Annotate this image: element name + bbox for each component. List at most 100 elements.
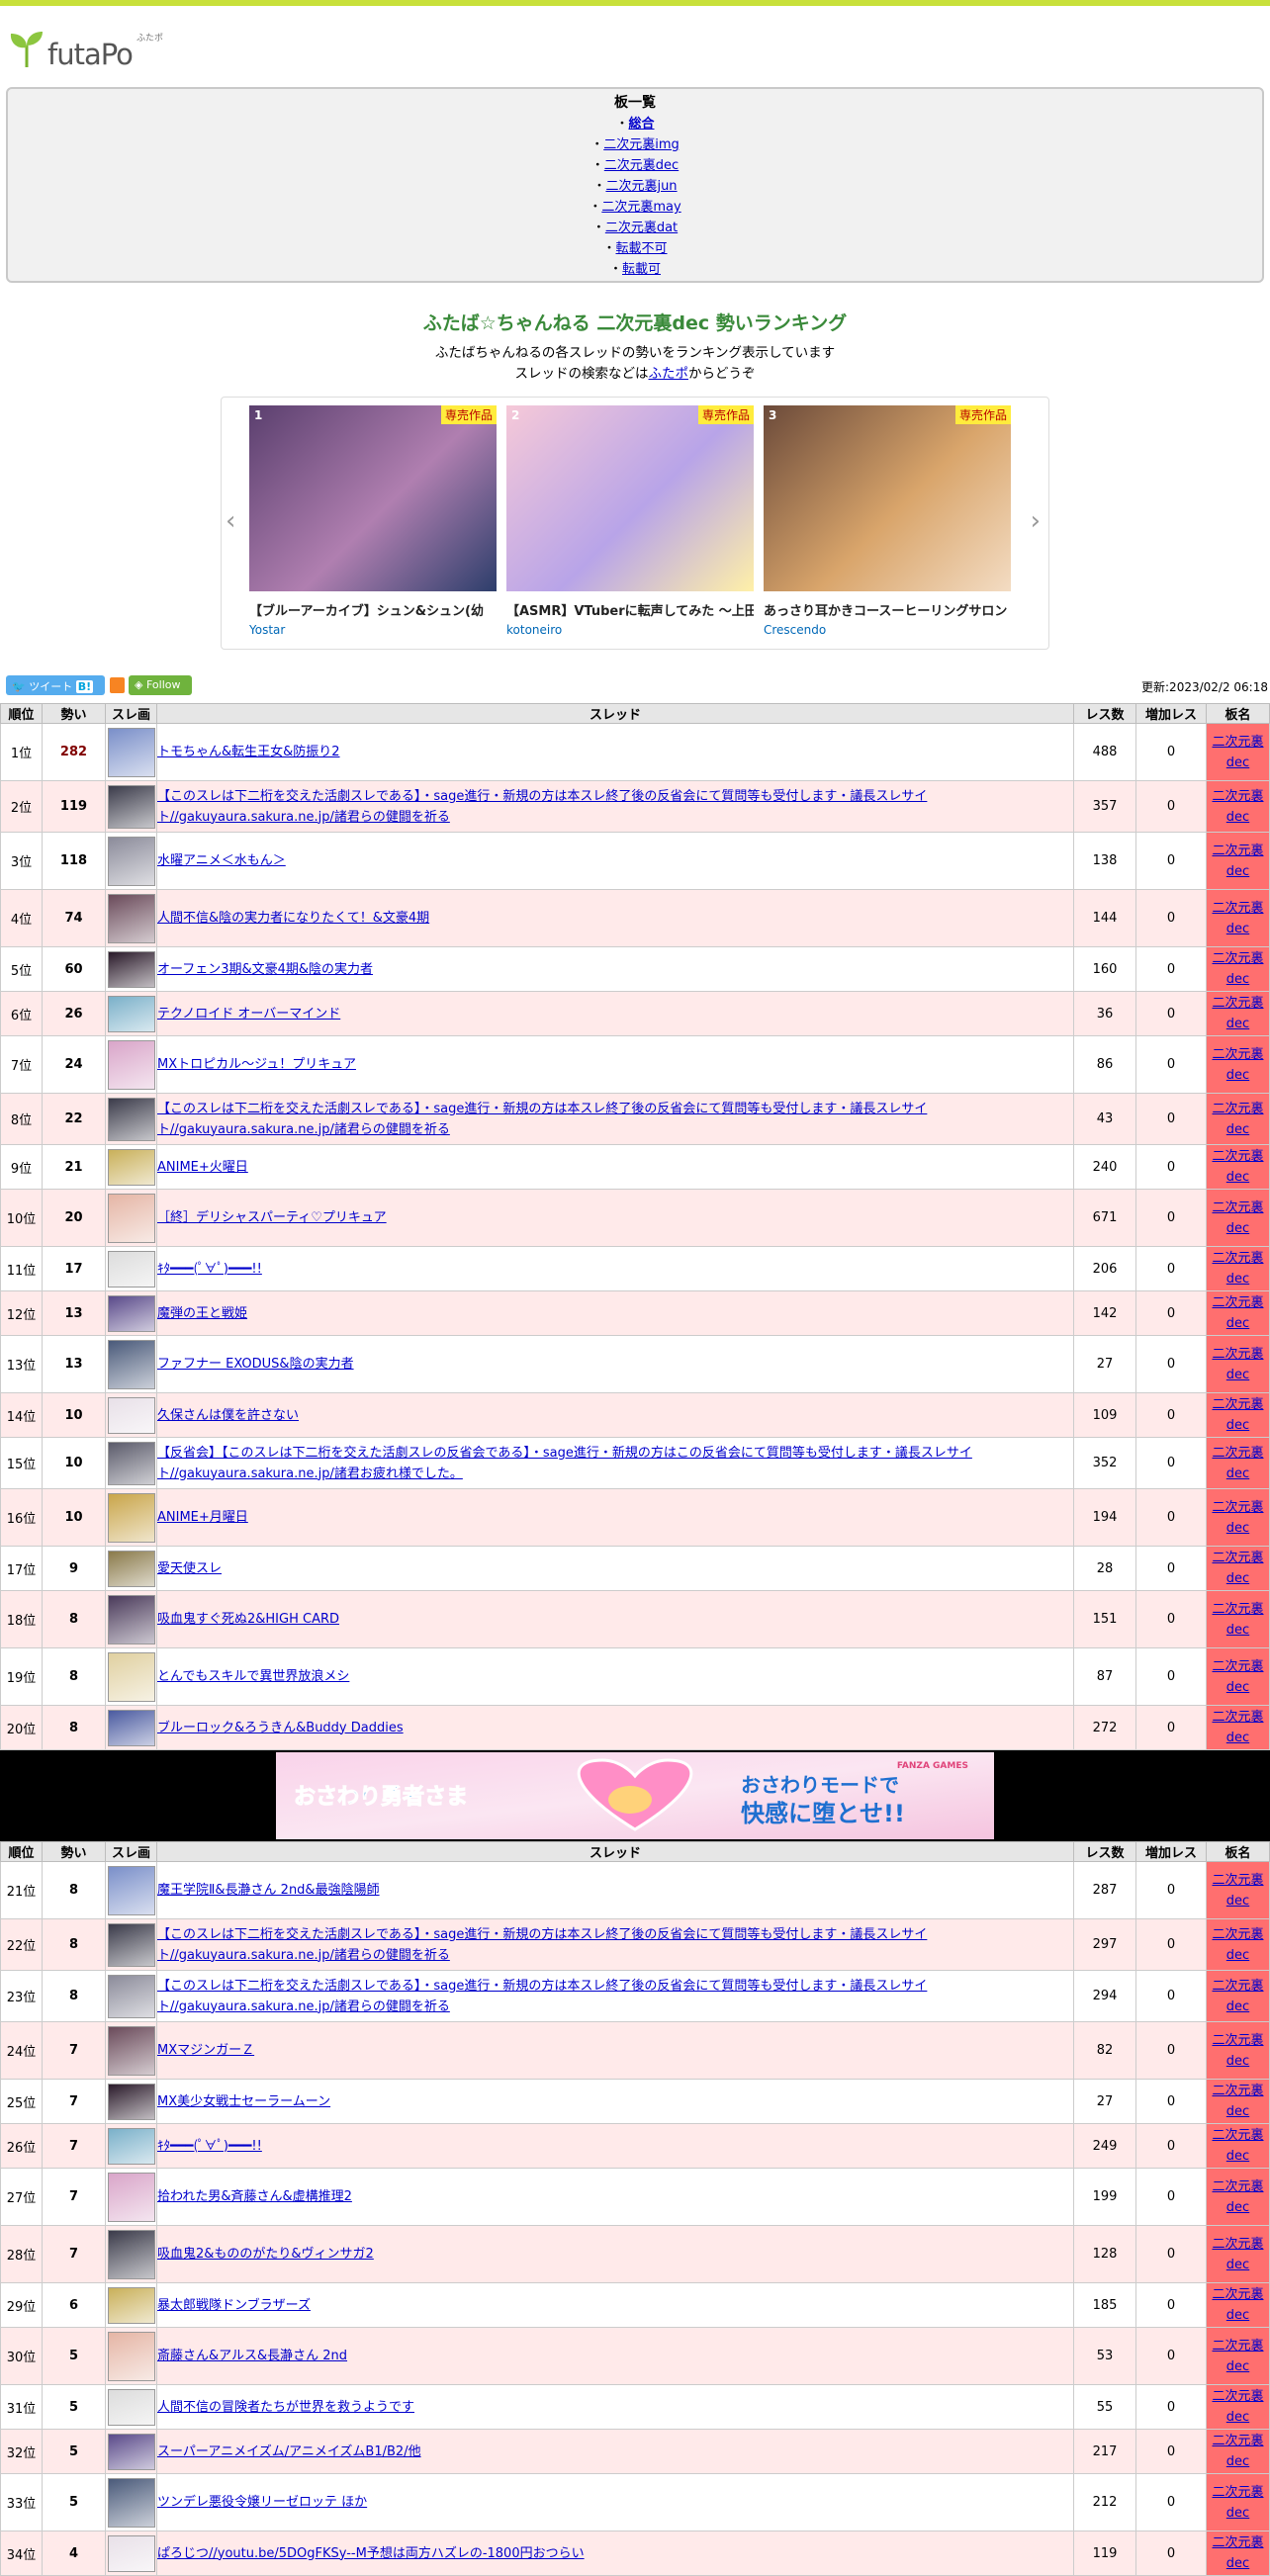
carousel-title[interactable]: 【ブルーアーカイブ】シュン&シュン(幼 bbox=[249, 600, 497, 619]
board-name-link[interactable]: 二次元裏 dec bbox=[1212, 1149, 1263, 1185]
thread-title-link[interactable]: 斎藤さん&アルス&長瀞さん 2nd bbox=[157, 2349, 347, 2363]
thread-title-link[interactable]: 【反省会】【このスレは下二桁を交えた活劇スレの反省会である】・sage進行・新規… bbox=[157, 1446, 972, 1481]
thread-title-link[interactable]: 吸血鬼すぐ死ぬ2&HIGH CARD bbox=[157, 1612, 339, 1627]
thread-title-link[interactable]: ANIME+月曜日 bbox=[157, 1510, 248, 1525]
thread-thumbnail[interactable] bbox=[107, 2433, 155, 2470]
board-link[interactable]: 二次元裏jun bbox=[605, 179, 677, 194]
thread-title-link[interactable]: ｷﾀ━━━(ﾟ∀ﾟ)━━━!! bbox=[157, 1262, 262, 1277]
thread-thumbnail[interactable] bbox=[107, 2388, 155, 2426]
carousel-next-icon[interactable]: › bbox=[1031, 506, 1041, 536]
carousel-item[interactable]: 2 専売作品【ASMR】VTuberに転声してみた 〜上田 kotoneiro bbox=[506, 405, 754, 637]
board-name-link[interactable]: 二次元裏 dec bbox=[1212, 1251, 1263, 1287]
thread-title-link[interactable]: ANIME+火曜日 bbox=[157, 1160, 248, 1175]
board-name-link[interactable]: 二次元裏 dec bbox=[1212, 1102, 1263, 1137]
thread-thumbnail[interactable] bbox=[107, 2172, 155, 2222]
thread-title-link[interactable]: MX美少女戦士セーラームーン bbox=[157, 2094, 330, 2109]
board-link[interactable]: 総合 bbox=[629, 117, 655, 132]
thread-thumbnail[interactable] bbox=[107, 950, 155, 988]
thread-thumbnail[interactable] bbox=[107, 2127, 155, 2165]
carousel-prev-icon[interactable]: ‹ bbox=[226, 506, 235, 536]
thread-thumbnail[interactable] bbox=[107, 2534, 155, 2572]
board-name-link[interactable]: 二次元裏 dec bbox=[1212, 1047, 1263, 1083]
board-name-link[interactable]: 二次元裏 dec bbox=[1212, 2128, 1263, 2164]
board-name-link[interactable]: 二次元裏 dec bbox=[1212, 2237, 1263, 2272]
board-link[interactable]: 二次元裏dec bbox=[604, 158, 679, 173]
header-momentum[interactable]: 勢い bbox=[42, 703, 106, 724]
board-name-link[interactable]: 二次元裏 dec bbox=[1212, 951, 1263, 987]
board-name-link[interactable]: 二次元裏 dec bbox=[1212, 2179, 1263, 2215]
carousel-title[interactable]: 【ASMR】VTuberに転声してみた 〜上田 bbox=[506, 600, 754, 619]
header-res[interactable]: レス数 bbox=[1073, 703, 1136, 724]
board-name-link[interactable]: 二次元裏 dec bbox=[1212, 1927, 1263, 1963]
thread-thumbnail[interactable] bbox=[107, 2286, 155, 2324]
header-rank[interactable]: 順位 bbox=[0, 703, 43, 724]
carousel-image[interactable]: 2 専売作品 bbox=[506, 405, 754, 591]
thread-thumbnail[interactable] bbox=[107, 1294, 155, 1332]
thread-title-link[interactable]: ブルーロック&ろうきん&Buddy Daddies bbox=[157, 1721, 404, 1735]
thread-title-link[interactable]: 【このスレは下二桁を交えた活劇スレである】・sage進行・新規の方は本スレ終了後… bbox=[157, 1979, 927, 2014]
board-name-link[interactable]: 二次元裏 dec bbox=[1212, 1446, 1263, 1481]
thread-title-link[interactable]: 魔王学院Ⅱ&長瀞さん 2nd&最強陰陽師 bbox=[157, 1883, 380, 1898]
thread-title-link[interactable]: スーパーアニメイズム/アニメイズムB1/B2/他 bbox=[157, 2444, 421, 2459]
header-inc[interactable]: 増加レス bbox=[1135, 703, 1207, 724]
board-name-link[interactable]: 二次元裏 dec bbox=[1212, 2339, 1263, 2374]
thread-thumbnail[interactable] bbox=[107, 1651, 155, 1702]
thread-title-link[interactable]: 久保さんは僕を許さない bbox=[157, 1408, 299, 1423]
board-name-link[interactable]: 二次元裏 dec bbox=[1212, 789, 1263, 825]
board-name-link[interactable]: 二次元裏 dec bbox=[1212, 901, 1263, 936]
thread-title-link[interactable]: 人間不信&陰の実力者になりたくて！&文豪4期 bbox=[157, 911, 429, 926]
board-name-link[interactable]: 二次元裏 dec bbox=[1212, 1979, 1263, 2014]
board-link[interactable]: 転載可 bbox=[622, 262, 661, 277]
thread-thumbnail[interactable] bbox=[107, 1550, 155, 1587]
carousel-item[interactable]: 3 専売作品あっさり耳かきコースーヒーリングサロン Crescendo bbox=[764, 405, 1011, 637]
board-name-link[interactable]: 二次元裏 dec bbox=[1212, 2084, 1263, 2119]
board-link[interactable]: 二次元裏may bbox=[601, 200, 680, 215]
thread-thumbnail[interactable] bbox=[107, 1709, 155, 1746]
thread-thumbnail[interactable] bbox=[107, 727, 155, 777]
thread-title-link[interactable]: ［終］デリシャスパーティ♡プリキュア bbox=[157, 1210, 387, 1225]
board-link[interactable]: 二次元裏dat bbox=[605, 221, 678, 235]
thread-thumbnail[interactable] bbox=[107, 2083, 155, 2120]
thread-title-link[interactable]: MXマジンガーＺ bbox=[157, 2043, 254, 2058]
thread-thumbnail[interactable] bbox=[107, 1396, 155, 1434]
carousel-circle[interactable]: kotoneiro bbox=[506, 623, 754, 637]
board-name-link[interactable]: 二次元裏 dec bbox=[1212, 2434, 1263, 2469]
thread-title-link[interactable]: 吸血鬼2&もののがたり&ヴィンサガ2 bbox=[157, 2247, 374, 2262]
thread-thumbnail[interactable] bbox=[107, 1148, 155, 1186]
thread-title-link[interactable]: 人間不信の冒険者たちが世界を救うようです bbox=[157, 2400, 414, 2415]
thread-thumbnail[interactable] bbox=[107, 836, 155, 886]
board-name-link[interactable]: 二次元裏 dec bbox=[1212, 1551, 1263, 1586]
tweet-button[interactable]: 🐦 ツイート B! bbox=[6, 675, 105, 695]
thread-title-link[interactable]: MXトロピカル～ジュ！プリキュア bbox=[157, 1057, 356, 1072]
carousel-image[interactable]: 3 専売作品 bbox=[764, 405, 1011, 591]
board-name-link[interactable]: 二次元裏 dec bbox=[1212, 996, 1263, 1031]
board-name-link[interactable]: 二次元裏 dec bbox=[1212, 1397, 1263, 1433]
thread-title-link[interactable]: オーフェン3期&文豪4期&陰の実力者 bbox=[157, 962, 373, 977]
board-name-link[interactable]: 二次元裏 dec bbox=[1212, 2287, 1263, 2323]
thread-title-link[interactable]: 魔弾の王と戦姫 bbox=[157, 1306, 247, 1321]
board-link[interactable]: 転載不可 bbox=[616, 241, 668, 256]
thread-thumbnail[interactable] bbox=[107, 1039, 155, 1090]
carousel-item[interactable]: 1 専売作品【ブルーアーカイブ】シュン&シュン(幼 Yostar bbox=[249, 405, 497, 637]
thread-title-link[interactable]: 【このスレは下二桁を交えた活劇スレである】・sage進行・新規の方は本スレ終了後… bbox=[157, 789, 927, 825]
board-name-link[interactable]: 二次元裏 dec bbox=[1212, 1295, 1263, 1331]
carousel-title[interactable]: あっさり耳かきコースーヒーリングサロン bbox=[764, 600, 1011, 619]
carousel-image[interactable]: 1 専売作品 bbox=[249, 405, 497, 591]
header-momentum[interactable]: 勢い bbox=[42, 1841, 106, 1862]
thread-title-link[interactable]: ファフナー EXODUS&陰の実力者 bbox=[157, 1357, 354, 1372]
rss-icon[interactable] bbox=[110, 677, 125, 693]
thread-thumbnail[interactable] bbox=[107, 1594, 155, 1644]
thread-title-link[interactable]: 愛天使スレ bbox=[157, 1561, 222, 1576]
thread-title-link[interactable]: 【このスレは下二桁を交えた活劇スレである】・sage進行・新規の方は本スレ終了後… bbox=[157, 1927, 927, 1963]
board-link[interactable]: 二次元裏img bbox=[603, 137, 680, 152]
ad-banner[interactable]: おさわり勇者さま FANZA GAMES おさわりモードで 快感に堕とせ!! bbox=[276, 1752, 994, 1839]
thread-thumbnail[interactable] bbox=[107, 1193, 155, 1243]
thread-thumbnail[interactable] bbox=[107, 2477, 155, 2528]
carousel-circle[interactable]: Yostar bbox=[249, 623, 497, 637]
thread-thumbnail[interactable] bbox=[107, 893, 155, 943]
carousel-circle[interactable]: Crescendo bbox=[764, 623, 1011, 637]
thread-thumbnail[interactable] bbox=[107, 1865, 155, 1915]
thread-title-link[interactable]: 水曜アニメ＜水もん＞ bbox=[157, 853, 286, 868]
thread-title-link[interactable]: 暴太郎戦隊ドンブラザーズ bbox=[157, 2298, 311, 2313]
board-name-link[interactable]: 二次元裏 dec bbox=[1212, 844, 1263, 879]
